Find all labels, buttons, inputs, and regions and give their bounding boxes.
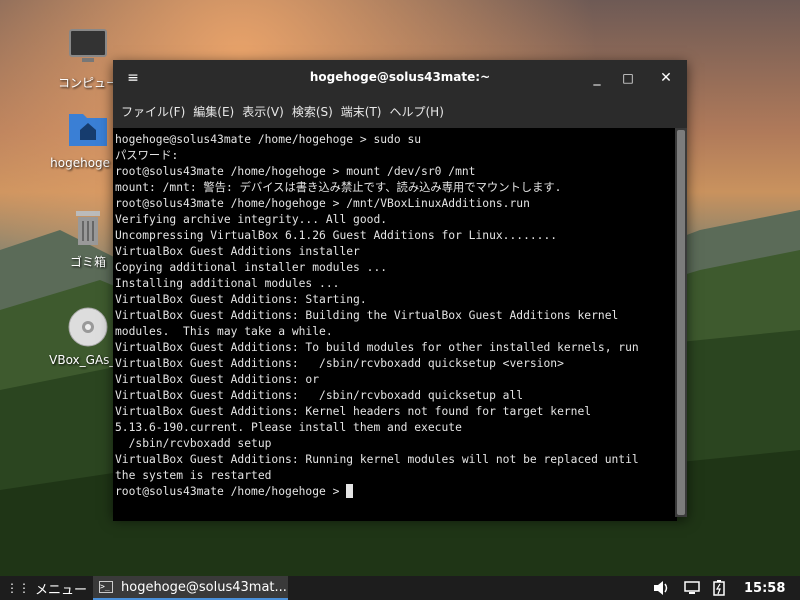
terminal-line: /sbin/rcvboxadd setup [115, 437, 272, 450]
taskbar: ⋮⋮ メニュー >_ hogehoge@solus43mat... 15:58 [0, 576, 800, 600]
maximize-button[interactable]: □ [618, 68, 638, 88]
menubar: ファイル(F) 編集(E) 表示(V) 検索(S) 端末(T) ヘルプ(H) [113, 95, 687, 128]
close-button[interactable]: ✕ [656, 68, 676, 88]
clock[interactable]: 15:58 [744, 576, 785, 600]
terminal-line: root@solus43mate /home/hogehoge > mount … [115, 165, 476, 178]
terminal-line: VirtualBox Guest Additions: Running kern… [115, 453, 639, 466]
main-menu-label: メニュー [35, 582, 88, 598]
terminal-line: Copying additional installer modules ... [115, 261, 388, 274]
volume-icon[interactable] [652, 576, 670, 600]
window-titlebar[interactable]: ≡ hogehoge@solus43mate:~ _ □ ✕ [113, 60, 687, 95]
terminal-icon: >_ [99, 581, 113, 593]
scrollbar-thumb[interactable] [677, 130, 685, 515]
terminal-line: パスワード: [115, 149, 179, 162]
minimize-button[interactable]: _ [587, 68, 607, 88]
monitor-icon [66, 26, 110, 70]
home-folder-icon [66, 106, 110, 150]
trash-icon [66, 205, 110, 249]
terminal-line: VirtualBox Guest Additions: /sbin/rcvbox… [115, 389, 524, 402]
notification-icon[interactable] [684, 576, 700, 600]
menu-edit[interactable]: 編集(E) [193, 101, 234, 122]
menu-help[interactable]: ヘルプ(H) [390, 101, 444, 122]
terminal-line: hogehoge@solus43mate /home/hogehoge > su… [115, 133, 422, 146]
terminal-output[interactable]: hogehoge@solus43mate /home/hogehoge > su… [113, 128, 677, 521]
terminal-prompt-line[interactable]: root@solus43mate /home/hogehoge > [115, 484, 677, 500]
scrollbar[interactable] [675, 128, 687, 517]
terminal-line: VirtualBox Guest Additions: or [115, 373, 320, 386]
terminal-line: modules. This may take a while. [115, 325, 333, 338]
terminal-line: Installing additional modules ... [115, 277, 340, 290]
terminal-line: the system is restarted [115, 469, 272, 482]
menu-search[interactable]: 検索(S) [292, 101, 333, 122]
terminal-line: root@solus43mate /home/hogehoge > /mnt/V… [115, 197, 530, 210]
terminal-line: VirtualBox Guest Additions: To build mod… [115, 341, 639, 354]
terminal-line: VirtualBox Guest Additions: Starting. [115, 293, 367, 306]
taskbar-task-label: hogehoge@solus43mat... [121, 579, 287, 595]
terminal-line: mount: /mnt: 警告: デバイスは書き込み禁止です、読み込み専用でマウ… [115, 181, 562, 194]
main-menu-button[interactable]: ⋮⋮ メニュー [6, 576, 87, 600]
taskbar-task-terminal[interactable]: >_ hogehoge@solus43mat... [93, 576, 288, 600]
grid-icon: ⋮⋮ [6, 581, 30, 595]
terminal-prompt: root@solus43mate /home/hogehoge > [115, 485, 347, 498]
terminal-line: VirtualBox Guest Additions installer [115, 245, 360, 258]
terminal-cursor [346, 484, 354, 498]
battery-icon[interactable] [713, 576, 725, 600]
terminal-line: VirtualBox Guest Additions: Kernel heade… [115, 405, 592, 418]
terminal-line: VirtualBox Guest Additions: /sbin/rcvbox… [115, 357, 564, 370]
disc-icon [66, 305, 110, 349]
menu-view[interactable]: 表示(V) [242, 101, 284, 122]
menu-file[interactable]: ファイル(F) [121, 101, 185, 122]
terminal-window[interactable]: ≡ hogehoge@solus43mate:~ _ □ ✕ ファイル(F) 編… [113, 60, 687, 521]
terminal-line: Verifying archive integrity... All good. [115, 213, 388, 226]
terminal-line: 5.13.6-190.current. Please install them … [115, 421, 462, 434]
menu-terminal[interactable]: 端末(T) [341, 101, 382, 122]
terminal-line: Uncompressing VirtualBox 6.1.26 Guest Ad… [115, 229, 558, 242]
terminal-line: VirtualBox Guest Additions: Building the… [115, 309, 619, 322]
